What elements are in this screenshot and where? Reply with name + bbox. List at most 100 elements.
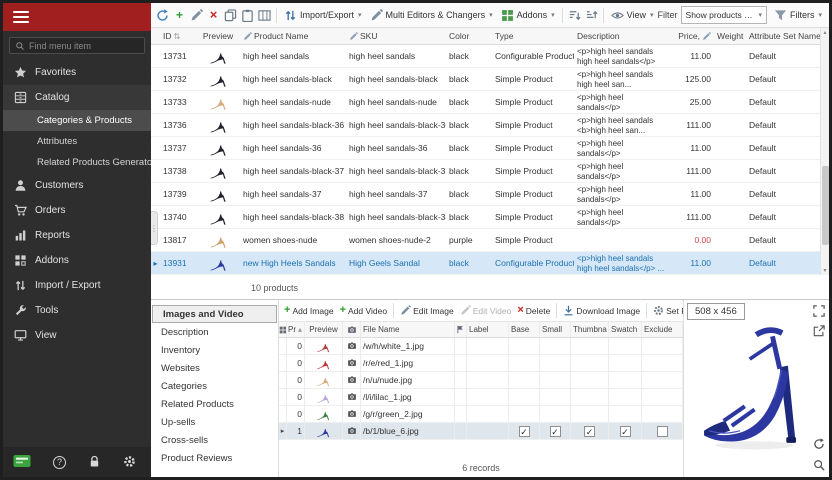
import-export-menu[interactable]: Import/Export▾	[280, 5, 366, 25]
cell-exclude[interactable]	[642, 423, 683, 439]
checkbox[interactable]: ✓	[620, 426, 631, 437]
table-row[interactable]: 13733 high heel sandals-nude high heel s…	[151, 91, 820, 114]
column-header-base[interactable]: Base	[509, 322, 540, 337]
column-header-swatch[interactable]: Swatch	[609, 322, 642, 337]
cell-thumbnail[interactable]	[571, 389, 609, 405]
row-expander[interactable]	[151, 68, 160, 90]
cell-exclude[interactable]	[642, 338, 683, 354]
cell-small[interactable]	[540, 389, 571, 405]
sidebar-item-view[interactable]: View	[3, 323, 151, 348]
scroll-up-icon[interactable]: ▴	[823, 29, 826, 36]
hamburger-menu-icon[interactable]	[13, 11, 29, 23]
row-expander[interactable]	[151, 137, 160, 159]
row-expander[interactable]: ▸	[151, 252, 160, 274]
media-row[interactable]: 0 /w/h/white_1.jpg	[279, 338, 683, 355]
cell-thumbnail[interactable]	[571, 338, 609, 354]
column-header-exclude[interactable]: Exclude	[642, 322, 683, 337]
sidebar-collapse-handle[interactable]: ⋮	[151, 211, 158, 245]
camera-icon[interactable]	[343, 372, 361, 388]
pos-button[interactable]	[13, 454, 31, 470]
row-expander[interactable]	[279, 406, 287, 422]
refresh-button[interactable]	[154, 5, 171, 25]
cell-base[interactable]: ✓	[509, 423, 540, 439]
row-expander[interactable]	[151, 91, 160, 113]
addons-menu[interactable]: Addons▾	[497, 5, 559, 25]
cell-thumbnail[interactable]	[571, 355, 609, 371]
media-row[interactable]: 0 /g/r/green_2.jpg	[279, 406, 683, 423]
cell-base[interactable]	[509, 406, 540, 422]
tab-cross-sells[interactable]: Cross-sells	[151, 431, 278, 449]
sidebar-item-addons[interactable]: Addons	[3, 248, 151, 273]
column-header-color[interactable]: Color	[446, 28, 492, 44]
cell-swatch[interactable]	[609, 372, 642, 388]
cell-base[interactable]	[509, 355, 540, 371]
media-row[interactable]: 0 /n/u/nude.jpg	[279, 372, 683, 389]
cell-base[interactable]	[509, 389, 540, 405]
filters-button[interactable]: Filters▾	[770, 5, 826, 25]
table-row[interactable]: 13736 high heel sandals-black-36 high he…	[151, 114, 820, 137]
cell-exclude[interactable]	[642, 389, 683, 405]
zoom-button[interactable]	[811, 457, 826, 472]
row-expander[interactable]	[279, 372, 287, 388]
checkbox[interactable]: ✓	[550, 426, 561, 437]
cell-thumbnail[interactable]	[571, 406, 609, 422]
sidebar-item-import-export[interactable]: Import / Export	[3, 273, 151, 298]
cell-exclude[interactable]	[642, 372, 683, 388]
camera-icon[interactable]	[343, 355, 361, 371]
cell-swatch[interactable]	[609, 338, 642, 354]
cell-small[interactable]	[540, 355, 571, 371]
paste-button[interactable]	[239, 5, 256, 25]
expand-button[interactable]	[811, 303, 826, 318]
delete-image-button[interactable]: ×Delete	[514, 302, 553, 320]
row-expander[interactable]: ▸	[279, 423, 287, 439]
sidebar-item-orders[interactable]: Orders	[3, 198, 151, 223]
checkbox[interactable]	[657, 426, 668, 437]
column-header-file-name[interactable]: File Name	[361, 322, 455, 337]
add-video-button[interactable]: +Add Video	[337, 302, 391, 320]
tab-images-and-video[interactable]: Images and Video	[152, 305, 277, 323]
sidebar-item-tools[interactable]: Tools	[3, 298, 151, 323]
column-header-id[interactable]: ID⇅	[160, 28, 196, 44]
column-header-camera[interactable]	[343, 322, 361, 337]
category-filter-select[interactable]: Show products from selected categories▾	[681, 6, 767, 24]
camera-icon[interactable]	[343, 423, 361, 439]
column-header-priority[interactable]: Pr▴	[287, 322, 305, 337]
cell-swatch[interactable]	[609, 355, 642, 371]
media-row[interactable]: 0 /l/i/lilac_1.jpg	[279, 389, 683, 406]
tab-inventory[interactable]: Inventory	[151, 341, 278, 359]
camera-icon[interactable]	[343, 406, 361, 422]
tab-up-sells[interactable]: Up-sells	[151, 413, 278, 431]
open-external-button[interactable]	[811, 323, 826, 338]
rotate-button[interactable]	[811, 436, 826, 451]
column-header-small[interactable]: Small	[540, 322, 571, 337]
column-header-price[interactable]: Price,	[672, 28, 714, 44]
cell-exclude[interactable]	[642, 406, 683, 422]
cell-small[interactable]	[540, 406, 571, 422]
vertical-scrollbar[interactable]: ▴ ▾	[820, 28, 829, 275]
help-button[interactable]: ?	[53, 456, 66, 469]
row-expander[interactable]	[151, 45, 160, 67]
multi-editors-menu[interactable]: Multi Editors & Changers▾	[366, 5, 497, 25]
columns-button[interactable]	[256, 5, 273, 25]
column-header-weight[interactable]: Weight	[714, 28, 746, 44]
column-header-thumbnail[interactable]: Thumbna	[571, 322, 609, 337]
column-header-type[interactable]: Type	[492, 28, 574, 44]
cell-exclude[interactable]	[642, 355, 683, 371]
cell-swatch[interactable]	[609, 406, 642, 422]
row-expander[interactable]	[279, 389, 287, 405]
settings-button[interactable]	[123, 455, 136, 470]
media-row[interactable]: ▸ 1 /b/1/blue_6.jpg ✓ ✓ ✓ ✓	[279, 423, 683, 440]
column-header-attribute-set[interactable]: Attribute Set Name	[746, 28, 820, 44]
cell-base[interactable]	[509, 338, 540, 354]
scroll-down-icon[interactable]: ▾	[823, 267, 826, 274]
sidebar-search[interactable]	[9, 37, 145, 54]
cell-small[interactable]: ✓	[540, 423, 571, 439]
column-header-description[interactable]: Description	[574, 28, 672, 44]
cell-swatch[interactable]	[609, 389, 642, 405]
cell-base[interactable]	[509, 372, 540, 388]
cell-thumbnail[interactable]: ✓	[571, 423, 609, 439]
camera-icon[interactable]	[343, 389, 361, 405]
column-header-preview[interactable]: Preview	[196, 28, 240, 44]
table-row[interactable]: 13740 high heel sandals-black-38 high he…	[151, 206, 820, 229]
set-resize-rule-button[interactable]: Set Resize Rule	[650, 302, 683, 320]
